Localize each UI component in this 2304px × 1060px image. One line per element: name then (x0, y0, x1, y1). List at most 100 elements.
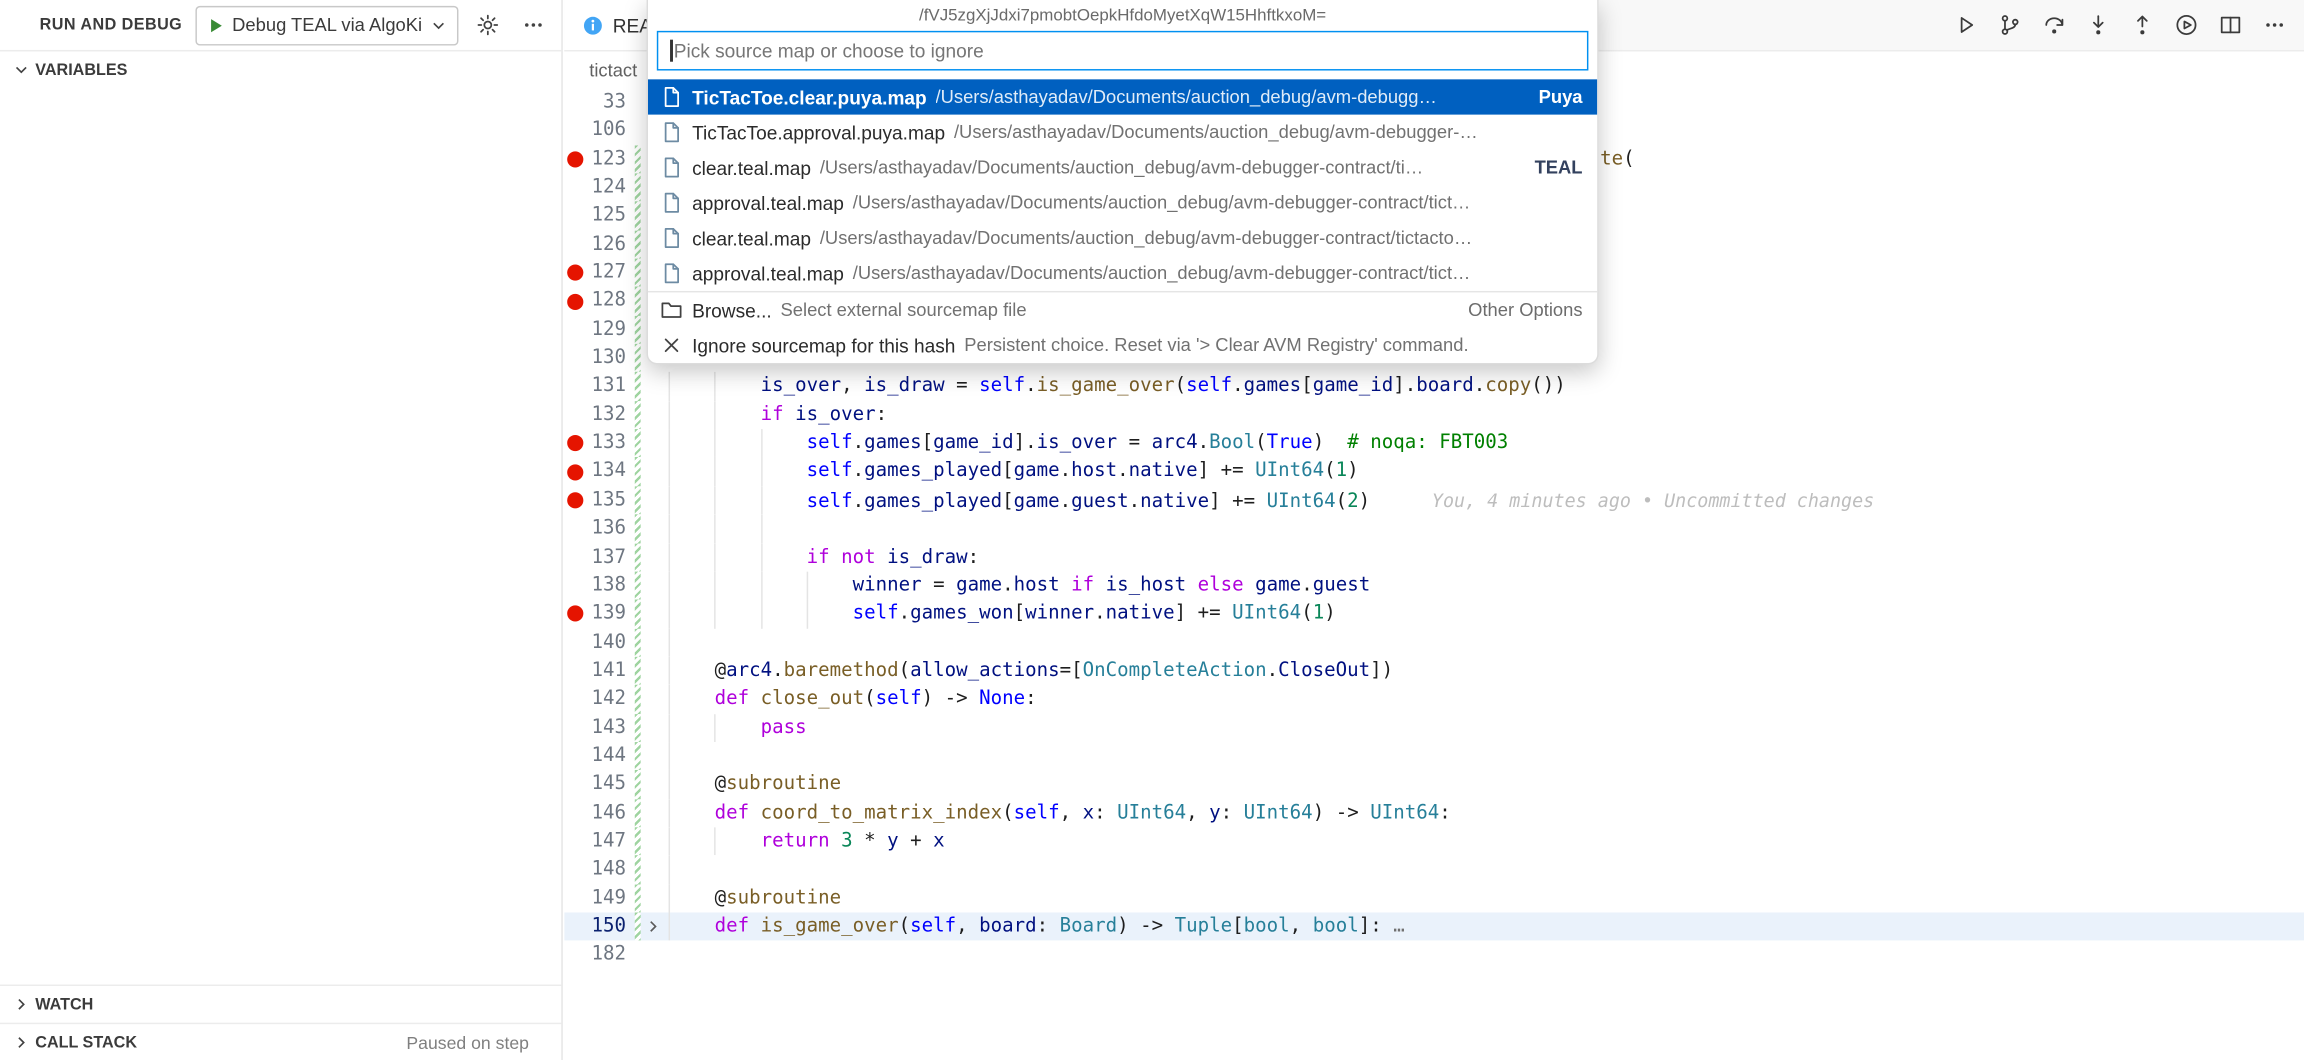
breakpoint-icon[interactable] (567, 293, 583, 309)
code-line: 149 @subroutine (564, 884, 2304, 912)
step-over-icon[interactable] (2035, 7, 2072, 44)
file-icon (660, 85, 684, 109)
folder-icon (660, 298, 684, 322)
line-number: 131 (586, 372, 626, 400)
quickpick-item-description: /Users/asthayadav/Documents/auction_debu… (820, 228, 1472, 249)
breakpoint-icon[interactable] (567, 464, 583, 480)
gear-icon[interactable] (472, 9, 504, 41)
breadcrumb-item[interactable]: tictact (589, 60, 637, 81)
breakpoint-gutter[interactable] (564, 713, 586, 741)
breakpoint-gutter[interactable] (564, 287, 586, 315)
fold-gutter[interactable] (641, 912, 665, 940)
code-content: winner = game.host if is_host else game.… (664, 571, 2304, 599)
quickpick-item[interactable]: TicTacToe.clear.puya.map/Users/asthayada… (648, 79, 1597, 114)
code-line: 136 (564, 515, 2304, 543)
step-out-icon[interactable] (2123, 7, 2160, 44)
more-actions-icon[interactable] (517, 9, 549, 41)
code-line: 132 if is_over: (564, 401, 2304, 429)
code-line: 142 def close_out(self) -> None: (564, 685, 2304, 713)
breakpoint-icon[interactable] (567, 265, 583, 281)
breakpoint-gutter[interactable] (564, 941, 586, 969)
breakpoint-gutter[interactable] (564, 600, 586, 628)
quickpick-item-description: /Users/asthayadav/Documents/auction_debu… (853, 263, 1471, 284)
breakpoint-gutter[interactable] (564, 316, 586, 344)
start-debug-icon[interactable] (206, 15, 225, 34)
indent-guide (669, 742, 670, 770)
quickpick-item-label: Ignore sourcemap for this hash (692, 334, 955, 356)
breakpoint-gutter[interactable] (564, 429, 586, 457)
breakpoint-gutter[interactable] (564, 657, 586, 685)
breakpoint-gutter[interactable] (564, 856, 586, 884)
run-and-debug-sidebar: RUN AND DEBUG Debug TEAL via AlgoKi VARI… (0, 0, 563, 1060)
breakpoint-gutter[interactable] (564, 202, 586, 230)
breakpoint-gutter[interactable] (564, 827, 586, 855)
line-number: 139 (586, 600, 626, 628)
quickpick-item[interactable]: approval.teal.map/Users/asthayadav/Docum… (648, 256, 1597, 291)
code-content: def close_out(self) -> None: (664, 685, 2304, 713)
quickpick-input[interactable] (672, 40, 1584, 62)
quickpick-item[interactable]: Ignore sourcemap for this hash Persistent… (648, 328, 1597, 363)
breakpoint-gutter[interactable] (564, 145, 586, 173)
split-editor-icon[interactable] (2211, 7, 2248, 44)
code-line: 146 def coord_to_matrix_index(self, x: U… (564, 799, 2304, 827)
line-number: 33 (586, 88, 626, 116)
watch-section-header[interactable]: WATCH (0, 984, 561, 1022)
call-stack-section-header[interactable]: CALL STACK Paused on step (0, 1023, 561, 1060)
fold-gutter (641, 856, 665, 884)
breakpoint-gutter[interactable] (564, 344, 586, 372)
breakpoint-icon[interactable] (567, 492, 583, 508)
code-content: return 3 * y + x (664, 827, 2304, 855)
breakpoint-gutter[interactable] (564, 173, 586, 201)
line-number: 141 (586, 657, 626, 685)
breakpoint-gutter[interactable] (564, 230, 586, 258)
code-line: 131 is_over, is_draw = self.is_game_over… (564, 372, 2304, 400)
breakpoint-icon[interactable] (567, 151, 583, 167)
code-content: @subroutine (664, 884, 2304, 912)
breakpoint-gutter[interactable] (564, 628, 586, 656)
breakpoint-gutter[interactable] (564, 259, 586, 287)
fold-gutter (641, 515, 665, 543)
breakpoint-gutter[interactable] (564, 884, 586, 912)
breakpoint-gutter[interactable] (564, 372, 586, 400)
breakpoint-gutter[interactable] (564, 912, 586, 940)
quickpick-item[interactable]: approval.teal.map/Users/asthayadav/Docum… (648, 185, 1597, 220)
step-into-icon[interactable] (2079, 7, 2116, 44)
breakpoint-gutter[interactable] (564, 486, 586, 514)
fold-gutter (641, 628, 665, 656)
run-icon[interactable] (1947, 7, 1984, 44)
quickpick-item[interactable]: clear.teal.map/Users/asthayadav/Document… (648, 150, 1597, 185)
breakpoint-gutter[interactable] (564, 515, 586, 543)
more-icon[interactable] (2256, 7, 2293, 44)
quickpick-group-label: Other Options (1468, 300, 1582, 321)
breakpoint-gutter[interactable] (564, 88, 586, 116)
line-number: 136 (586, 515, 626, 543)
breakpoint-gutter[interactable] (564, 742, 586, 770)
breakpoint-gutter[interactable] (564, 799, 586, 827)
breakpoint-gutter[interactable] (564, 571, 586, 599)
breakpoint-gutter[interactable] (564, 543, 586, 571)
breakpoint-gutter[interactable] (564, 117, 586, 145)
quickpick-item[interactable]: TicTacToe.approval.puya.map/Users/asthay… (648, 115, 1597, 150)
quickpick-item-description: /Users/asthayadav/Documents/auction_debu… (853, 192, 1471, 213)
variables-section-header[interactable]: VARIABLES (0, 50, 561, 88)
breakpoint-icon[interactable] (567, 435, 583, 451)
fold-gutter (641, 543, 665, 571)
breakpoint-gutter[interactable] (564, 770, 586, 798)
quickpick-item[interactable]: Browse...Select external sourcemap fileO… (648, 291, 1597, 328)
breakpoint-icon[interactable] (567, 606, 583, 622)
code-content: self.games_played[game.guest.native] += … (664, 486, 2304, 514)
code-content (664, 742, 2304, 770)
launch-config-dropdown[interactable]: Debug TEAL via AlgoKi (195, 5, 458, 45)
breakpoint-gutter[interactable] (564, 458, 586, 486)
quickpick-item[interactable]: clear.teal.map/Users/asthayadav/Document… (648, 220, 1597, 255)
branch-icon[interactable] (1991, 7, 2028, 44)
indent-guide (669, 856, 670, 884)
code-line: 182 (564, 941, 2304, 969)
run-circle-icon[interactable] (2167, 7, 2204, 44)
breakpoint-gutter[interactable] (564, 685, 586, 713)
breakpoint-gutter[interactable] (564, 401, 586, 429)
fold-gutter (641, 770, 665, 798)
quickpick-item-description: Persistent choice. Reset via '> Clear AV… (964, 335, 1468, 356)
editor-toolbar (1947, 0, 2304, 50)
line-number: 132 (586, 401, 626, 429)
